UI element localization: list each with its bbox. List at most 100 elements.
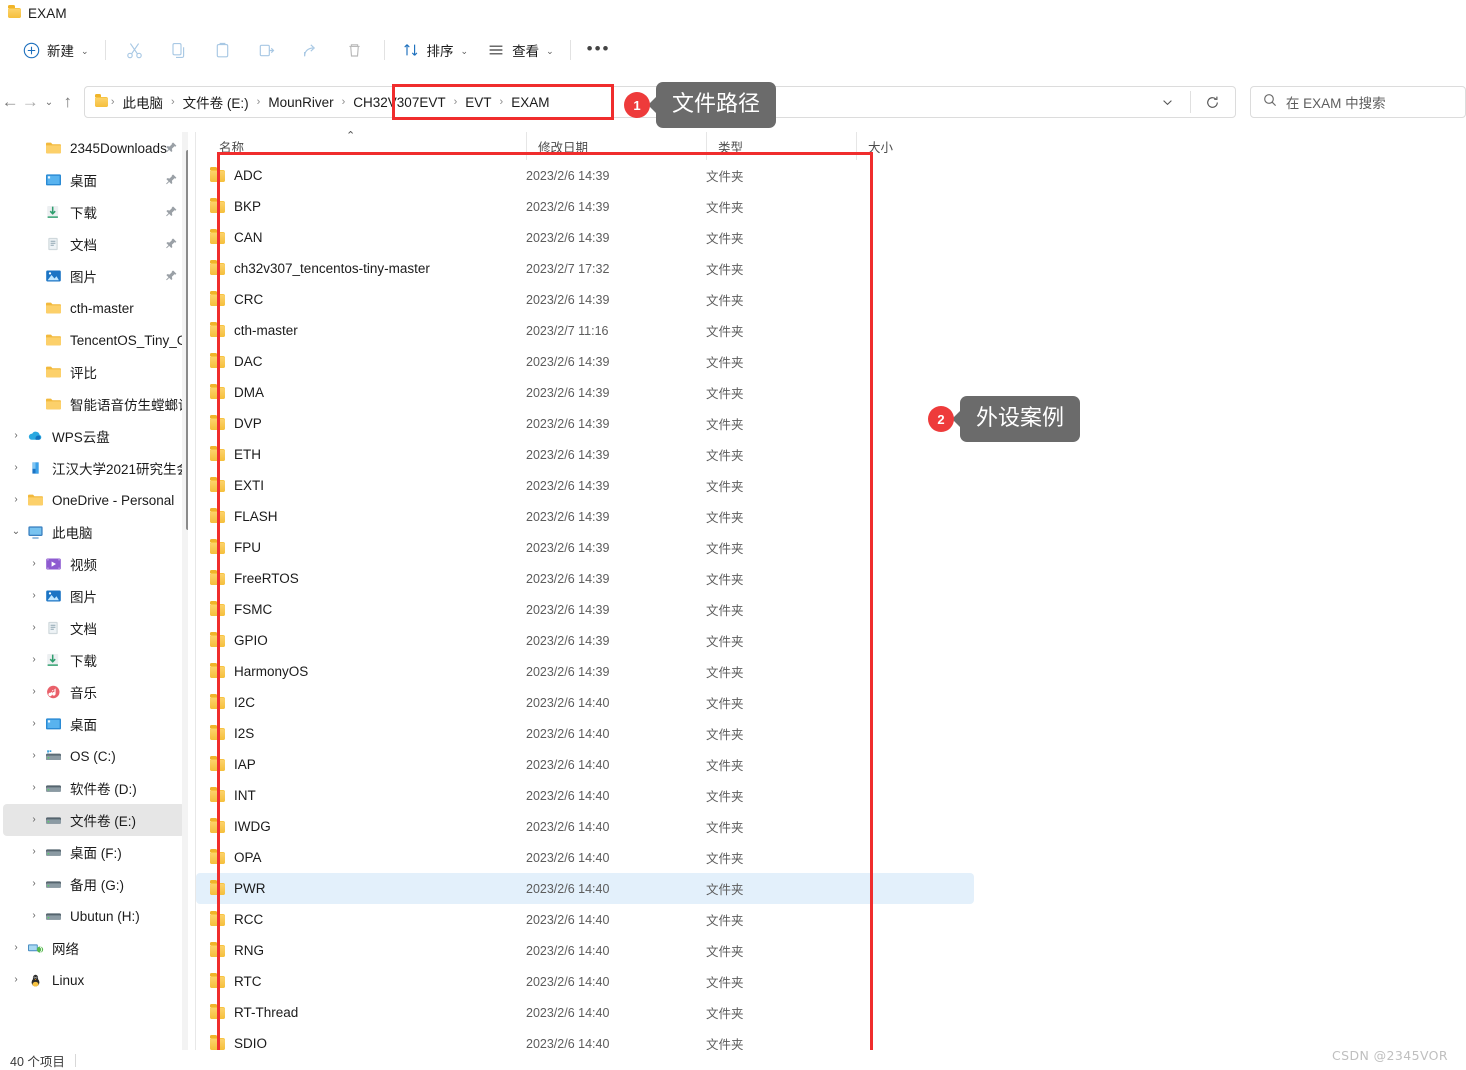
chevron-down-icon[interactable]: ⌄: [7, 527, 25, 537]
file-list-row[interactable]: EXTI 2023/2/6 14:39 文件夹: [196, 470, 974, 501]
more-options-button[interactable]: •••: [578, 34, 620, 66]
file-list-row[interactable]: FLASH 2023/2/6 14:39 文件夹: [196, 501, 974, 532]
breadcrumb-item-ch32v307evt[interactable]: CH32V307EVT: [346, 95, 452, 110]
sidebar-item-软件卷-d[interactable]: › 软件卷 (D:): [3, 772, 185, 804]
chevron-right-icon[interactable]: ›: [25, 687, 43, 697]
file-list-row[interactable]: IAP 2023/2/6 14:40 文件夹: [196, 749, 974, 780]
sidebar-item-onedrive-personal[interactable]: › OneDrive - Personal: [3, 484, 185, 516]
breadcrumb-item-mounriver[interactable]: MounRiver: [261, 95, 340, 110]
previous-locations-icon[interactable]: [1154, 89, 1182, 115]
cut-icon[interactable]: [113, 34, 157, 66]
pin-icon[interactable]: [164, 205, 178, 219]
search-box[interactable]: 在 EXAM 中搜索: [1249, 86, 1466, 118]
column-header-size[interactable]: 大小: [856, 132, 961, 160]
file-list-row[interactable]: PWR 2023/2/6 14:40 文件夹: [196, 873, 974, 904]
pin-icon[interactable]: [164, 141, 178, 155]
sidebar-item-linux[interactable]: › Linux: [3, 964, 185, 996]
sort-button[interactable]: 排序 ⌄: [392, 34, 478, 66]
breadcrumb-item-exam[interactable]: EXAM: [504, 95, 556, 110]
file-list-row[interactable]: GPIO 2023/2/6 14:39 文件夹: [196, 625, 974, 656]
sidebar-item-os-c[interactable]: › OS (C:): [3, 740, 185, 772]
chevron-right-icon[interactable]: ›: [25, 623, 43, 633]
sidebar-item-智能语音仿生螳螂设计[interactable]: › 智能语音仿生螳螂设计: [3, 388, 185, 420]
forward-button[interactable]: →: [20, 87, 40, 117]
paste-icon[interactable]: [201, 34, 245, 66]
view-button[interactable]: 查看 ⌄: [477, 34, 563, 66]
file-list-row[interactable]: DAC 2023/2/6 14:39 文件夹: [196, 346, 974, 377]
chevron-right-icon[interactable]: ›: [25, 559, 43, 569]
refresh-icon[interactable]: [1199, 89, 1227, 115]
rename-icon[interactable]: [245, 34, 289, 66]
file-list-row[interactable]: HarmonyOS 2023/2/6 14:39 文件夹: [196, 656, 974, 687]
sidebar-item-文件卷-e[interactable]: › 文件卷 (E:): [3, 804, 185, 836]
chevron-right-icon[interactable]: ›: [7, 463, 25, 473]
chevron-right-icon[interactable]: ›: [25, 719, 43, 729]
sidebar-scrollbar[interactable]: [182, 132, 188, 1050]
chevron-down-icon[interactable]: ⌄: [546, 46, 554, 57]
share-icon[interactable]: [289, 34, 333, 66]
sidebar-item-ubutun-h[interactable]: › Ubutun (H:): [3, 900, 185, 932]
file-list-row[interactable]: FPU 2023/2/6 14:39 文件夹: [196, 532, 974, 563]
chevron-right-icon[interactable]: ›: [25, 591, 43, 601]
sidebar-item-文档[interactable]: › 文档: [3, 612, 185, 644]
file-list-row[interactable]: RCC 2023/2/6 14:40 文件夹: [196, 904, 974, 935]
breadcrumb-item-this-pc[interactable]: 此电脑: [115, 92, 170, 112]
file-list-row[interactable]: ADC 2023/2/6 14:39 文件夹: [196, 160, 974, 191]
file-list-row[interactable]: ETH 2023/2/6 14:39 文件夹: [196, 439, 974, 470]
file-list-row[interactable]: IWDG 2023/2/6 14:40 文件夹: [196, 811, 974, 842]
delete-icon[interactable]: [333, 34, 377, 66]
pin-icon[interactable]: [164, 173, 178, 187]
file-list-row[interactable]: INT 2023/2/6 14:40 文件夹: [196, 780, 974, 811]
column-header-name[interactable]: 名称 ⌃: [196, 130, 526, 160]
sidebar-item-网络[interactable]: › 网络: [3, 932, 185, 964]
file-list-row[interactable]: DMA 2023/2/6 14:39 文件夹: [196, 377, 974, 408]
file-list-row[interactable]: RTC 2023/2/6 14:40 文件夹: [196, 966, 974, 997]
sidebar-item-图片[interactable]: › 图片: [3, 260, 185, 292]
chevron-right-icon[interactable]: ›: [25, 815, 43, 825]
column-header-type[interactable]: 类型: [706, 132, 856, 160]
file-list-row[interactable]: CAN 2023/2/6 14:39 文件夹: [196, 222, 974, 253]
file-list-row[interactable]: cth-master 2023/2/7 11:16 文件夹: [196, 315, 974, 346]
file-list-row[interactable]: DVP 2023/2/6 14:39 文件夹: [196, 408, 974, 439]
sidebar-item-此电脑[interactable]: ⌄ 此电脑: [3, 516, 185, 548]
chevron-down-icon[interactable]: ⌄: [81, 46, 89, 57]
sidebar-item-视频[interactable]: › 视频: [3, 548, 185, 580]
breadcrumb-item-volume-e[interactable]: 文件卷 (E:): [176, 92, 256, 112]
chevron-right-icon[interactable]: ›: [25, 655, 43, 665]
column-header-date-modified[interactable]: 修改日期: [526, 132, 706, 160]
sidebar-item-江汉大学2021研究生会[interactable]: › 江汉大学2021研究生会: [3, 452, 185, 484]
file-list-row[interactable]: RNG 2023/2/6 14:40 文件夹: [196, 935, 974, 966]
sidebar-item-文档[interactable]: › 文档: [3, 228, 185, 260]
chevron-right-icon[interactable]: ›: [25, 847, 43, 857]
file-list-row[interactable]: FreeRTOS 2023/2/6 14:39 文件夹: [196, 563, 974, 594]
back-button[interactable]: ←: [0, 87, 20, 117]
file-list-row[interactable]: BKP 2023/2/6 14:39 文件夹: [196, 191, 974, 222]
chevron-right-icon[interactable]: ›: [7, 495, 25, 505]
sidebar-item-备用-g[interactable]: › 备用 (G:): [3, 868, 185, 900]
pin-icon[interactable]: [164, 269, 178, 283]
sidebar-item-评比[interactable]: › 评比: [3, 356, 185, 388]
chevron-right-icon[interactable]: ›: [25, 783, 43, 793]
tab-exam[interactable]: EXAM: [0, 0, 77, 26]
sidebar-item-桌面[interactable]: › 桌面: [3, 164, 185, 196]
chevron-right-icon[interactable]: ›: [25, 751, 43, 761]
copy-icon[interactable]: [157, 34, 201, 66]
file-list-row[interactable]: RT-Thread 2023/2/6 14:40 文件夹: [196, 997, 974, 1028]
breadcrumb-item-evt[interactable]: EVT: [458, 95, 498, 110]
sidebar-item-桌面-f[interactable]: › 桌面 (F:): [3, 836, 185, 868]
file-list-row[interactable]: I2C 2023/2/6 14:40 文件夹: [196, 687, 974, 718]
file-list-row[interactable]: I2S 2023/2/6 14:40 文件夹: [196, 718, 974, 749]
sidebar-item-wps云盘[interactable]: › WPS云盘: [3, 420, 185, 452]
chevron-right-icon[interactable]: ›: [25, 879, 43, 889]
chevron-down-icon[interactable]: ⌄: [461, 46, 469, 57]
file-list-row[interactable]: OPA 2023/2/6 14:40 文件夹: [196, 842, 974, 873]
sidebar-item-cth-master[interactable]: › cth-master: [3, 292, 185, 324]
chevron-right-icon[interactable]: ›: [7, 431, 25, 441]
pin-icon[interactable]: [164, 237, 178, 251]
chevron-right-icon[interactable]: ›: [25, 911, 43, 921]
sidebar-item-桌面[interactable]: › 桌面: [3, 708, 185, 740]
sidebar-item-tencentos_tiny_ch32v3[interactable]: › TencentOS_Tiny_CH32V3: [3, 324, 185, 356]
file-list-row[interactable]: CRC 2023/2/6 14:39 文件夹: [196, 284, 974, 315]
navigation-pane[interactable]: › 2345Downloads › 桌面 › 下载 › 文档 › 图片 › cth-master › Te…: [0, 132, 188, 1050]
sidebar-scrollbar-thumb[interactable]: [186, 150, 188, 530]
